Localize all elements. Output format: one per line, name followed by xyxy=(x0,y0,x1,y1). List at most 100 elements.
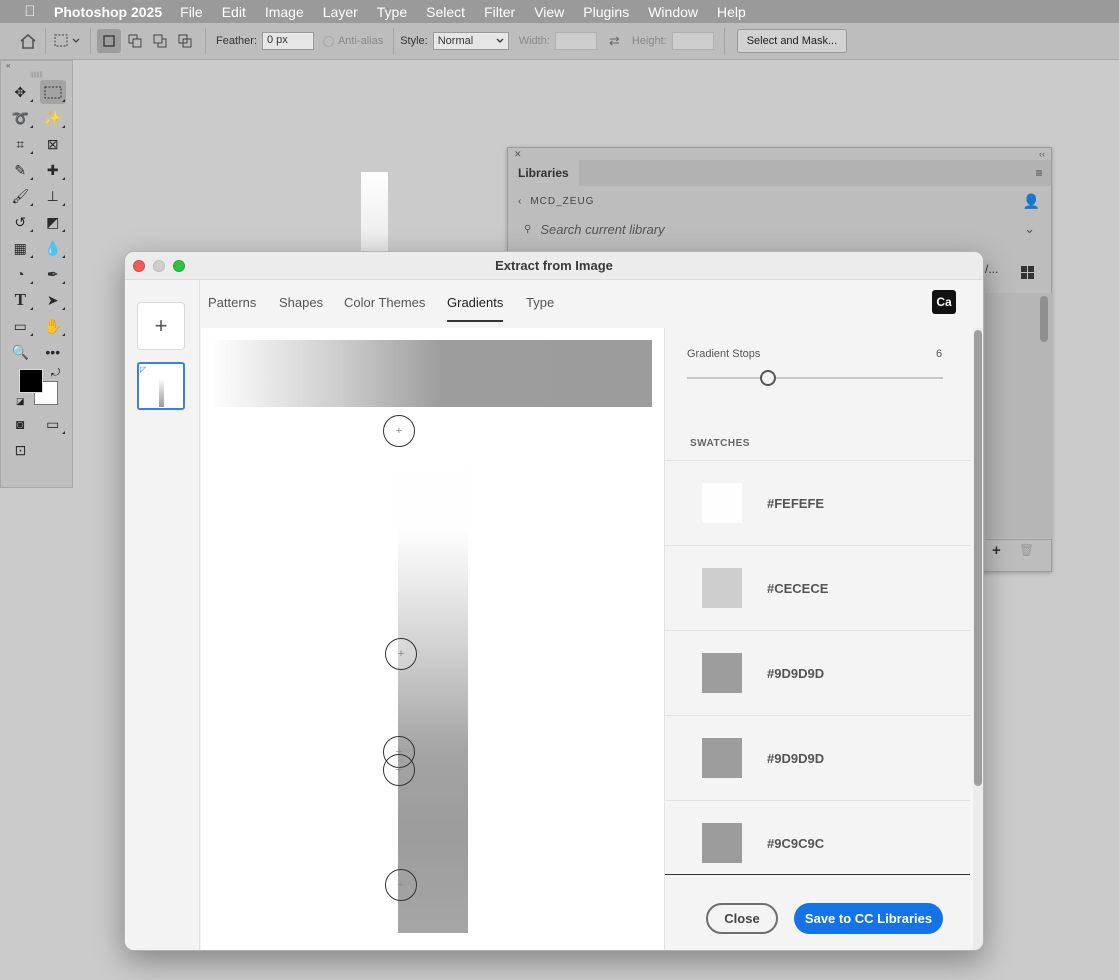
gradient-stop-handle[interactable]: + xyxy=(383,754,415,786)
path-selection-tool-icon[interactable]: ➤ xyxy=(40,288,67,312)
default-colors-icon[interactable]: ◪ xyxy=(16,396,25,407)
brush-tool-icon[interactable]: 🖌 xyxy=(7,184,34,208)
menu-plugins[interactable]: Plugins xyxy=(583,4,629,20)
gradient-stop-handle[interactable]: + xyxy=(383,415,415,447)
feather-label: Feather: xyxy=(216,35,257,47)
list-item[interactable]: #9C9C9C xyxy=(665,800,970,874)
gradient-stop-handle[interactable]: + xyxy=(385,638,417,670)
select-and-mask-button[interactable]: Select and Mask... xyxy=(736,29,848,53)
add-image-button[interactable]: + xyxy=(137,302,185,350)
library-name[interactable]: MCD_ZEUG xyxy=(530,196,594,207)
screen-mode-icon[interactable]: ▭ xyxy=(40,412,67,436)
home-icon[interactable] xyxy=(17,30,39,52)
save-to-cc-libraries-button[interactable]: Save to CC Libraries xyxy=(794,903,943,934)
crop-tool-icon[interactable]: ⌗ xyxy=(7,132,34,156)
list-item[interactable]: #9D9D9D xyxy=(665,715,970,800)
style-select[interactable]: Normal xyxy=(432,32,509,50)
chevron-down-icon[interactable]: ⌄ xyxy=(1024,221,1035,237)
marquee-preset-icon[interactable] xyxy=(52,30,84,52)
zoom-window-icon[interactable] xyxy=(173,260,185,272)
more-tools-icon[interactable]: ••• xyxy=(40,340,67,364)
feather-input[interactable]: 0 px xyxy=(261,32,314,50)
history-brush-tool-icon[interactable]: ↺ xyxy=(7,210,34,234)
back-chevron-icon[interactable]: ‹ xyxy=(518,196,522,207)
close-panel-icon[interactable]: ✕ xyxy=(514,149,522,160)
width-input[interactable] xyxy=(554,32,597,50)
eyedropper-tool-icon[interactable]: ✎ xyxy=(7,158,34,182)
slider-thumb[interactable] xyxy=(760,370,776,386)
close-window-icon[interactable] xyxy=(133,260,145,272)
gradient-stops-slider[interactable] xyxy=(687,377,943,379)
collaborate-icon[interactable]: 👤 xyxy=(1023,193,1041,210)
app-menu[interactable]: Photoshop 2025 xyxy=(54,4,162,20)
list-item[interactable]: #9D9D9D xyxy=(665,630,970,715)
gradient-tool-icon[interactable]: ▦ xyxy=(7,236,34,260)
grip-handle[interactable]: |||||||| xyxy=(1,71,72,79)
height-input[interactable] xyxy=(671,32,714,50)
healing-brush-tool-icon[interactable]: ✚ xyxy=(40,158,67,182)
menu-view[interactable]: View xyxy=(534,4,564,20)
foreground-color-swatch[interactable] xyxy=(19,369,43,393)
frame-tool-icon[interactable]: ⊠ xyxy=(40,132,67,156)
menu-help[interactable]: Help xyxy=(717,4,746,20)
hand-tool-icon[interactable]: ✋ xyxy=(40,314,67,338)
list-item[interactable]: #FEFEFE xyxy=(665,460,970,545)
swatch-chip xyxy=(702,568,742,608)
pen-tool-icon[interactable]: ✒ xyxy=(40,262,67,286)
rectangle-tool-icon[interactable]: ▭ xyxy=(7,314,34,338)
type-tool-icon[interactable]: T xyxy=(7,288,34,312)
tab-type[interactable]: Type xyxy=(526,295,554,320)
collapse-icon[interactable]: « xyxy=(1,61,72,71)
scrollbar-thumb[interactable] xyxy=(974,330,982,786)
trash-icon[interactable]: 🗑 xyxy=(1019,543,1034,557)
panel-menu-icon[interactable]: ≡ xyxy=(1027,160,1051,186)
dodge-tool-icon[interactable]: ◔ xyxy=(7,262,34,286)
menu-select[interactable]: Select xyxy=(426,4,465,20)
antialias-checkbox[interactable] xyxy=(322,35,334,47)
library-scrollbar[interactable] xyxy=(1040,296,1048,342)
menu-window[interactable]: Window xyxy=(648,4,698,20)
canvas-document[interactable] xyxy=(361,172,388,252)
add-selection-icon[interactable] xyxy=(124,30,146,52)
blur-tool-icon[interactable]: 💧 xyxy=(40,236,67,260)
collapse-panel-icon[interactable]: ‹‹ xyxy=(1039,149,1045,159)
tab-shapes[interactable]: Shapes xyxy=(279,295,323,320)
tab-gradients[interactable]: Gradients xyxy=(447,295,504,322)
image-thumbnail[interactable]: ◸ xyxy=(137,362,185,410)
minimize-window-icon[interactable] xyxy=(153,260,165,272)
menu-type[interactable]: Type xyxy=(377,4,407,20)
view-path-toggle[interactable]: /... xyxy=(985,262,998,276)
rect-marquee-tool-icon[interactable] xyxy=(39,80,66,104)
menu-filter[interactable]: Filter xyxy=(484,4,515,20)
zoom-tool-icon[interactable]: 🔍 xyxy=(7,340,34,364)
move-tool-icon[interactable]: ✥ xyxy=(7,80,34,104)
menu-file[interactable]: File xyxy=(180,4,203,20)
magic-wand-tool-icon[interactable]: ✨ xyxy=(40,106,67,130)
library-search-input[interactable]: Search current library xyxy=(540,222,664,237)
subtract-selection-icon[interactable] xyxy=(149,30,171,52)
edit-toolbar-icon[interactable]: ⊡ xyxy=(7,438,34,462)
new-selection-icon[interactable] xyxy=(97,29,121,53)
swatches-header: SWATCHES xyxy=(690,438,750,449)
swap-colors-icon[interactable]: ⤾ xyxy=(51,367,60,380)
grid-view-icon[interactable] xyxy=(1021,266,1034,279)
quick-mask-icon[interactable]: ◙ xyxy=(7,412,34,436)
lasso-tool-icon[interactable]: ➰ xyxy=(7,106,34,130)
swap-icon[interactable]: ⇄ xyxy=(609,33,620,49)
menu-layer[interactable]: Layer xyxy=(323,4,358,20)
stamp-tool-icon[interactable]: ⊥ xyxy=(40,184,67,208)
apple-icon[interactable]:  xyxy=(20,3,40,20)
add-element-icon[interactable]: + xyxy=(992,542,1001,559)
tab-color-themes[interactable]: Color Themes xyxy=(344,295,425,320)
eraser-tool-icon[interactable]: ◩ xyxy=(40,210,67,234)
intersect-selection-icon[interactable] xyxy=(174,30,196,52)
menu-image[interactable]: Image xyxy=(265,4,304,20)
libraries-tab[interactable]: Libraries xyxy=(508,160,579,186)
settings-scrollbar[interactable] xyxy=(973,328,983,950)
tab-patterns[interactable]: Patterns xyxy=(208,295,256,320)
list-item[interactable]: #CECECE xyxy=(665,545,970,630)
menu-edit[interactable]: Edit xyxy=(222,4,246,20)
close-button[interactable]: Close xyxy=(706,903,778,934)
search-icon: ⚲ xyxy=(524,223,532,235)
gradient-stop-handle[interactable]: + xyxy=(385,869,417,901)
